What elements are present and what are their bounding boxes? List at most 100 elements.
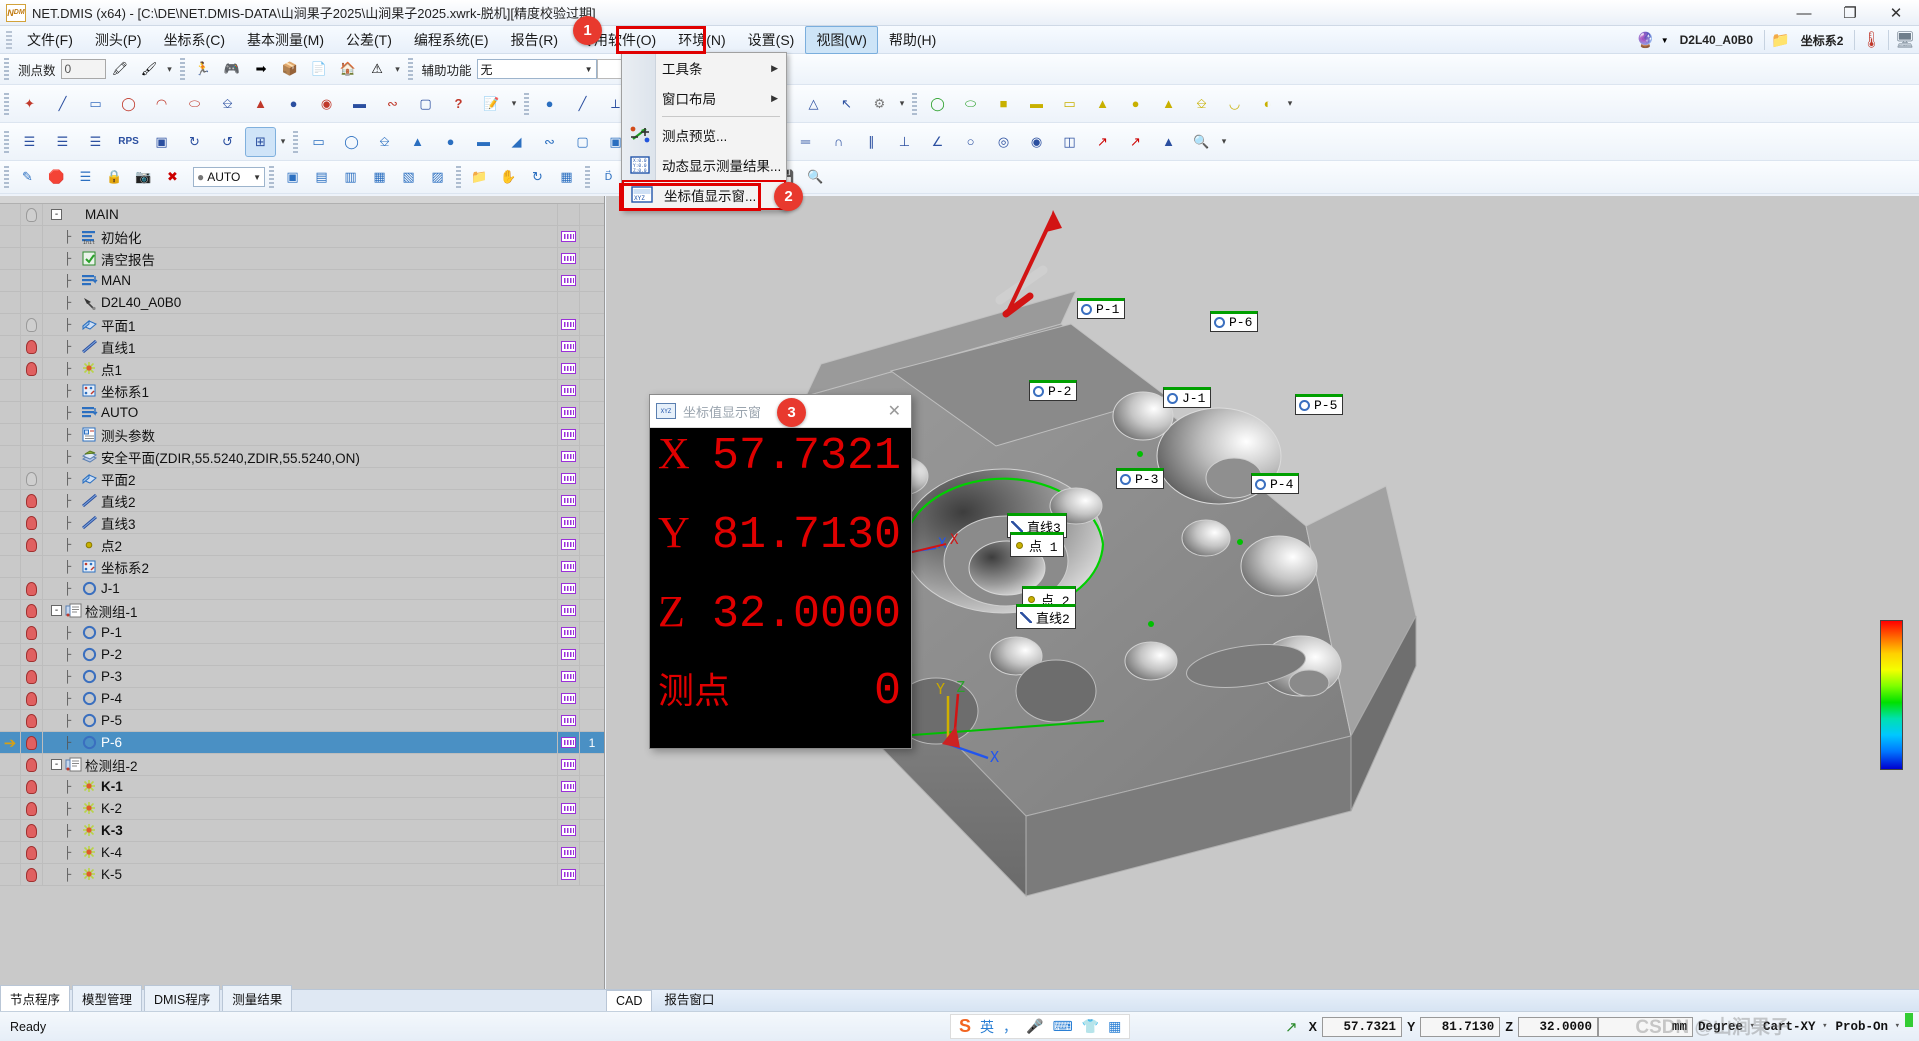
tab-report-window[interactable]: 报告窗口 <box>654 985 724 1011</box>
visibility-bulb-icon[interactable] <box>21 776 43 797</box>
tree-row-j-1[interactable]: ├ J-1 <box>0 578 604 600</box>
cad-feature-label-J-1[interactable]: J-1 <box>1163 387 1212 408</box>
tree-row-安全平面zdir555240zdir555240on[interactable]: ├ 安全平面(ZDIR,55.5240,ZDIR,55.5240,ON) <box>0 446 604 468</box>
sphere-feature-icon[interactable]: ● <box>278 89 309 119</box>
visibility-bulb-icon[interactable] <box>21 622 43 643</box>
tree-row-p-4[interactable]: ├ P-4 <box>0 688 604 710</box>
menu-probe[interactable]: 测头(P) <box>84 26 153 54</box>
manual-input-icon[interactable] <box>557 270 580 291</box>
tree-row-直线1[interactable]: ├ 直线1 <box>0 336 604 358</box>
manual-input-icon[interactable] <box>557 468 580 489</box>
xyz-box-icon[interactable]: 📦 <box>277 57 304 82</box>
tree-row-p-5[interactable]: ├ P-5 <box>0 710 604 732</box>
ime-lang-label[interactable]: 英 <box>980 1017 994 1037</box>
manual-input-icon[interactable] <box>557 600 580 621</box>
circle-feature-icon[interactable]: ◯ <box>113 89 144 119</box>
manual-input-icon[interactable] <box>557 512 580 533</box>
tree-row-直线2[interactable]: ├ 直线2 <box>0 490 604 512</box>
auto-edge-icon[interactable]: ◢ <box>501 127 532 157</box>
erase-all-points-icon[interactable]: 🖌 <box>136 57 163 82</box>
toolbar-grip[interactable] <box>4 92 9 115</box>
auto-plane-icon[interactable]: ▭ <box>303 127 334 157</box>
menu-report[interactable]: 报告(R) <box>500 26 569 54</box>
cad-feature-label-P-3[interactable]: P-3 <box>1116 468 1165 489</box>
auto-slot-icon[interactable]: ▬ <box>468 127 499 157</box>
visibility-bulb-icon[interactable] <box>21 600 43 621</box>
shape-sphere-icon[interactable]: ● <box>1120 89 1151 119</box>
shape-triangle-icon[interactable]: ▲ <box>1087 89 1118 119</box>
manual-input-icon[interactable] <box>557 842 580 863</box>
manual-input-icon[interactable] <box>557 534 580 555</box>
toolbar-grip[interactable] <box>4 130 9 153</box>
lock-icon[interactable]: 🔒 <box>101 165 128 190</box>
cylinder-feature-icon[interactable]: ⎒ <box>212 89 243 119</box>
cad-feature-label-P-1[interactable]: P-1 <box>1077 298 1126 319</box>
cad-feature-label-P-4[interactable]: P-4 <box>1251 473 1300 494</box>
tree-row-直线3[interactable]: ├ 直线3 <box>0 512 604 534</box>
tree-row-k-2[interactable]: ├ K-2 <box>0 798 604 820</box>
manual-input-icon[interactable] <box>557 864 580 885</box>
tree-row-清空报告[interactable]: ├ 清空报告 <box>0 248 604 270</box>
menu-view[interactable]: 视图(W) <box>805 25 878 54</box>
mesh-icon[interactable]: ▦ <box>553 165 580 190</box>
coordsys-build-icon[interactable]: ⊞ <box>245 126 276 157</box>
home-icon[interactable]: 🏠 <box>335 57 362 82</box>
auto-mode-select[interactable]: ● AUTO ▼ <box>193 167 265 187</box>
aux-function-select[interactable]: 无 ▼ <box>476 59 597 79</box>
auto-sphere-icon[interactable]: ● <box>435 127 466 157</box>
probe-document-icon[interactable]: 📄 <box>306 57 333 82</box>
manual-input-icon[interactable] <box>557 776 580 797</box>
tree-row-p-2[interactable]: ├ P-2 <box>0 644 604 666</box>
curve-feature-icon[interactable]: ∾ <box>377 89 408 119</box>
rotate-view-icon[interactable]: ↻ <box>524 165 551 190</box>
tab-node-program[interactable]: 节点程序 <box>0 985 71 1011</box>
tol-search-icon[interactable]: 🔍 <box>1186 127 1217 157</box>
shape-ellipse-icon[interactable]: ⬭ <box>955 89 986 119</box>
maximize-button[interactable]: ❐ <box>1827 0 1873 26</box>
tree-row-检测组-1[interactable]: - 检测组-1 <box>0 600 604 622</box>
ime-punct-icon[interactable]: ， <box>1003 1017 1017 1037</box>
manual-input-icon[interactable] <box>557 578 580 599</box>
edit-icon[interactable]: ✎ <box>14 165 41 190</box>
shape-cap-icon[interactable]: ◡ <box>1219 89 1250 119</box>
manual-input-icon[interactable] <box>557 336 580 357</box>
tab-dmis-program[interactable]: DMIS程序 <box>144 985 221 1011</box>
tree-row-k-3[interactable]: ├ K-3 <box>0 820 604 842</box>
toolbar3-overflow-3[interactable]: ▾ <box>1218 136 1230 147</box>
visibility-bulb-icon[interactable] <box>21 490 43 511</box>
cad-feature-label-点1[interactable]: 点 1 <box>1010 532 1064 557</box>
menu-basic-measure[interactable]: 基本测量(M) <box>236 26 335 54</box>
tree-expander-icon[interactable]: - <box>51 605 62 616</box>
toolbar2-overflow[interactable]: ▾ <box>508 98 520 109</box>
close-button[interactable]: ✕ <box>1873 0 1919 26</box>
tree-row-man[interactable]: ├ MAN <box>0 270 604 292</box>
view-top-icon[interactable]: ▤ <box>308 165 335 190</box>
view-side-icon[interactable]: ▥ <box>337 165 364 190</box>
visibility-bulb-icon[interactable] <box>21 358 43 379</box>
stop-icon[interactable]: 🛑 <box>43 165 70 190</box>
manual-input-icon[interactable] <box>557 380 580 401</box>
toolbar1-overflow-2[interactable]: ▾ <box>392 64 404 75</box>
tree-row-p-3[interactable]: ├ P-3 <box>0 666 604 688</box>
tol-trunout-icon[interactable]: ↗ <box>1120 127 1151 157</box>
tol-parallel-icon[interactable]: ∥ <box>856 127 887 157</box>
cad-feature-label-P-6[interactable]: P-6 <box>1210 311 1259 332</box>
view-bottom-icon[interactable]: ▨ <box>424 165 451 190</box>
joystick-icon[interactable]: 🎮 <box>219 57 246 82</box>
manual-input-icon[interactable] <box>557 424 580 445</box>
torus-feature-icon[interactable]: ◉ <box>311 89 342 119</box>
manual-input-icon[interactable] <box>557 556 580 577</box>
toolbar-grip[interactable] <box>269 166 274 188</box>
sogou-logo-icon[interactable]: S <box>959 1016 971 1037</box>
tol-profile-icon[interactable]: ∩ <box>823 127 854 157</box>
rotate-icon[interactable]: ↻ <box>179 127 210 157</box>
manual-mode-icon[interactable]: ☰ <box>47 127 78 157</box>
manual-input-icon[interactable] <box>557 688 580 709</box>
probe-head-icon[interactable]: 🔮 <box>1636 31 1655 49</box>
coordinate-display-window[interactable]: XYZ 坐标值显示窗 ✕ X 57.7321 Y 81.7130 Z 32.00… <box>649 394 912 749</box>
visibility-bulb-icon[interactable] <box>21 820 43 841</box>
tab-model-manage[interactable]: 模型管理 <box>72 985 143 1011</box>
shape-cyl2-icon[interactable]: ⎒ <box>1186 89 1217 119</box>
shape-rrect-icon[interactable]: ▭ <box>1054 89 1085 119</box>
visibility-bulb-icon[interactable] <box>21 644 43 665</box>
